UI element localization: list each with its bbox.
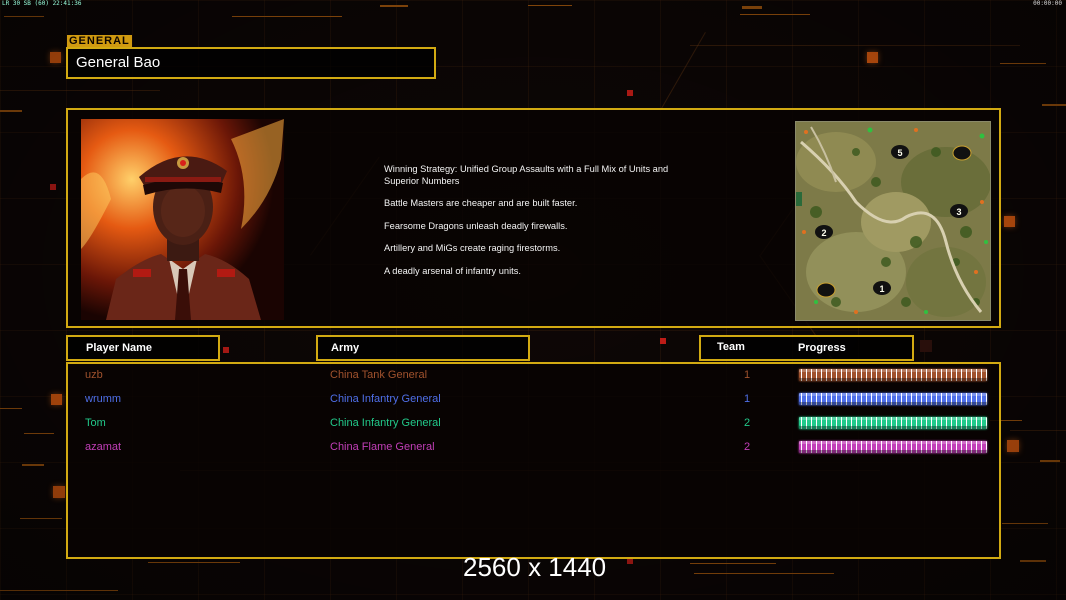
status-readout: LR 30 SB (60) 22:41:36 [2,0,82,7]
player-army: China Tank General [330,369,428,381]
header-player-name: Player Name [66,335,220,361]
player-army: China Flame General [330,441,435,453]
player-row: uzb China Tank General 1 [68,365,999,385]
player-list: uzb China Tank General 1 wrumm China Infantr… [66,362,1001,559]
map-marker-label: 5 [897,148,902,158]
strategy-line: Fearsome Dragons unleash deadly firewall… [384,220,568,231]
resolution-label: 2560 x 1440 [463,552,607,582]
strategy-line: A deadly arsenal of infantry units. [384,265,521,276]
player-name: uzb [85,369,103,381]
player-name: Tom [85,417,106,429]
portrait-image [81,119,284,320]
map-marker-label: 3 [956,207,961,217]
general-info-panel: Winning Strategy: Unified Group Assaults… [66,108,1001,328]
player-team: 2 [744,441,751,453]
loading-progress-bar [799,393,987,405]
general-label: GENERAL [67,35,132,47]
clock-readout: 00:00:00 [1033,0,1062,7]
player-army: China Infantry General [330,393,441,405]
player-team: 2 [744,417,751,429]
player-name: azamat [85,441,122,453]
map-marker-label: 2 [821,228,826,238]
header-army-label: Army [331,342,360,354]
general-name-box: General Bao [66,47,436,79]
general-portrait [81,119,284,320]
loading-progress-bar [799,369,987,381]
player-army: China Infantry General [330,417,441,429]
header-team-progress: Team Progress [699,335,914,361]
general-name: General Bao [76,54,161,71]
loading-progress-bar [799,441,987,453]
strategy-text: Winning Strategy: Unified Group Assaults… [384,164,714,288]
player-row: wrumm China Infantry General 1 [68,389,999,409]
map-marker-label: 1 [879,284,884,294]
player-row: Tom China Infantry General 2 [68,413,999,433]
map-preview: 5 3 2 1 [795,121,991,321]
player-row: azamat China Flame General 2 [68,437,999,457]
strategy-line: Winning Strategy: Unified Group Assaults… [384,164,669,186]
strategy-line: Artillery and MiGs create raging firesto… [384,243,561,253]
header-player-name-label: Player Name [86,342,153,354]
player-team: 1 [744,393,751,405]
header-progress-label: Progress [798,342,846,354]
player-name: wrumm [85,393,122,405]
map-preview-image: 5 3 2 1 [796,122,990,320]
header-army: Army [316,335,530,361]
strategy-line: Battle Masters are cheaper and are built… [384,198,578,208]
header-team-label: Team [717,341,745,353]
loading-progress-bar [799,417,987,429]
player-team: 1 [744,369,751,381]
